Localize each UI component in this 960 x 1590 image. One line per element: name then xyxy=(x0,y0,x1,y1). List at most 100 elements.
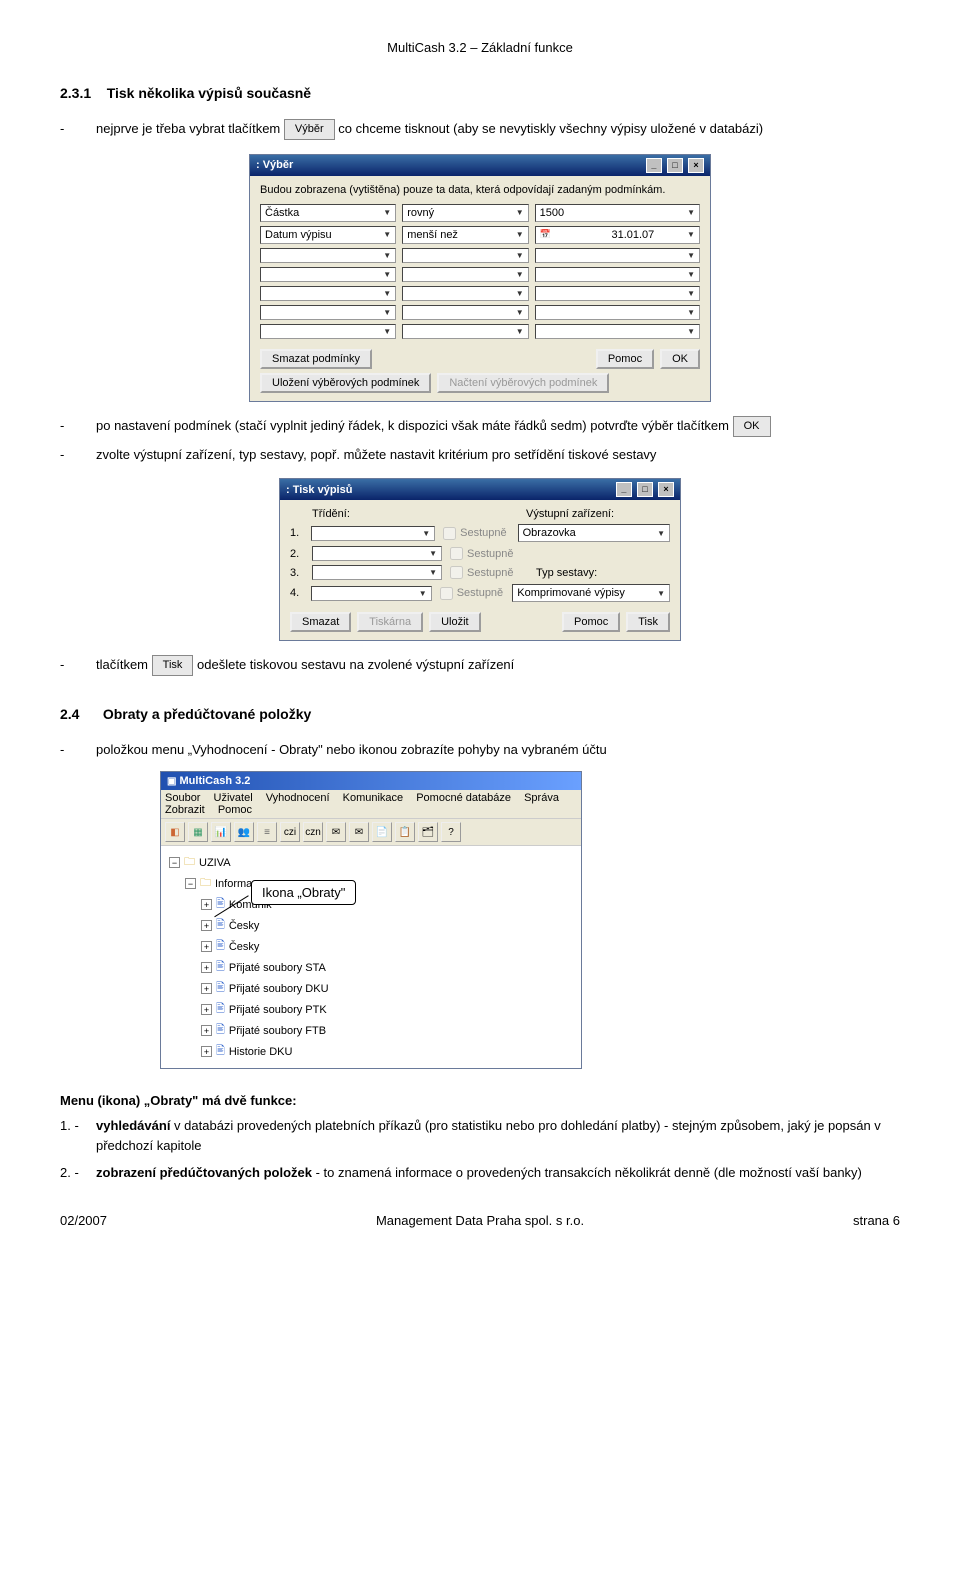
field-select-4[interactable]: ▼ xyxy=(260,267,396,282)
toolbar-icon-8[interactable]: ✉ xyxy=(326,822,346,842)
vyber-info: Budou zobrazena (vytištěna) pouze ta dat… xyxy=(260,184,700,196)
field1-value: Částka xyxy=(265,207,299,219)
sort-select-3[interactable]: ▼ xyxy=(312,565,442,580)
field-select-2[interactable]: Datum výpisu▼ xyxy=(260,226,396,244)
menu-pomocne-databaze[interactable]: Pomocné databáze xyxy=(416,792,511,804)
minimize-icon[interactable]: _ xyxy=(646,158,662,173)
tree-sta-label: Přijaté soubory STA xyxy=(229,962,326,974)
tree-ftb[interactable]: + 🖹 Přijaté soubory FTB xyxy=(169,1020,573,1041)
expand-icon[interactable]: + xyxy=(201,920,212,931)
pomoc-button[interactable]: Pomoc xyxy=(562,612,620,632)
toolbar-icon-5[interactable]: ≡ xyxy=(257,822,277,842)
expand-icon[interactable]: + xyxy=(201,983,212,994)
tree-cesky1[interactable]: + 🖹 Česky xyxy=(169,915,573,936)
collapse-icon[interactable]: − xyxy=(169,857,180,868)
field-select-5[interactable]: ▼ xyxy=(260,286,396,301)
tisk-button[interactable]: Tisk xyxy=(626,612,670,632)
toolbar-icon-obraty[interactable]: 📊 xyxy=(211,822,231,842)
row-num-2: 2. xyxy=(290,548,304,560)
tree-ptk[interactable]: + 🖹 Přijaté soubory PTK xyxy=(169,999,573,1020)
smazat-button[interactable]: Smazat xyxy=(290,612,351,632)
toolbar-icon-11[interactable]: 📋 xyxy=(395,822,415,842)
toolbar-icon-1[interactable]: ◧ xyxy=(165,822,185,842)
field-select-7[interactable]: ▼ xyxy=(260,324,396,339)
close-icon[interactable]: × xyxy=(658,482,674,497)
val-select-2[interactable]: 📅 31.01.07▼ xyxy=(535,226,700,244)
tree-cesky2[interactable]: + 🖹 Česky xyxy=(169,936,573,957)
maximize-icon[interactable]: □ xyxy=(637,482,653,497)
expand-icon[interactable]: + xyxy=(201,962,212,973)
toolbar-icon-6[interactable]: czi xyxy=(280,822,300,842)
val-select-5[interactable]: ▼ xyxy=(535,286,700,301)
smazat-podminky-button[interactable]: Smazat podmínky xyxy=(260,349,372,369)
collapse-icon[interactable]: − xyxy=(185,878,196,889)
val-select-3[interactable]: ▼ xyxy=(535,248,700,263)
desc-checkbox-1[interactable]: Sestupně xyxy=(443,527,509,540)
ok-button[interactable]: OK xyxy=(660,349,700,369)
minimize-icon[interactable]: _ xyxy=(616,482,632,497)
desc-checkbox-4[interactable]: Sestupně xyxy=(440,587,505,600)
sort-select-1[interactable]: ▼ xyxy=(311,526,435,541)
op-select-5[interactable]: ▼ xyxy=(402,286,528,301)
menu-komunikace[interactable]: Komunikace xyxy=(343,792,404,804)
tree-hist[interactable]: + 🖹 Historie DKU xyxy=(169,1041,573,1062)
toolbar-icon-9[interactable]: ✉ xyxy=(349,822,369,842)
item2-bold: zobrazení předúčtovaných položek xyxy=(96,1165,312,1180)
tree-dku[interactable]: + 🖹 Přijaté soubory DKU xyxy=(169,978,573,999)
op-select-7[interactable]: ▼ xyxy=(402,324,528,339)
maximize-icon[interactable]: □ xyxy=(667,158,683,173)
menu-soubor[interactable]: Soubor xyxy=(165,792,200,804)
op-select-2[interactable]: menší než▼ xyxy=(402,226,528,244)
chevron-down-icon: ▼ xyxy=(687,230,695,239)
val-select-6[interactable]: ▼ xyxy=(535,305,700,320)
menu-sprava[interactable]: Správa xyxy=(524,792,559,804)
expand-icon[interactable]: + xyxy=(201,941,212,952)
nacteni-podminek-button[interactable]: Načtení výběrových podmínek xyxy=(437,373,609,393)
field-select-1[interactable]: Částka▼ xyxy=(260,204,396,222)
toolbar-icon-7[interactable]: czn xyxy=(303,822,323,842)
section-24-number: 2.4 xyxy=(60,706,79,722)
row-num-3: 3. xyxy=(290,567,304,579)
menu-zobrazit[interactable]: Zobrazit xyxy=(165,804,205,816)
op-select-1[interactable]: rovný▼ xyxy=(402,204,528,222)
field2-value: Datum výpisu xyxy=(265,229,332,241)
expand-icon[interactable]: + xyxy=(201,1004,212,1015)
close-icon[interactable]: × xyxy=(688,158,704,173)
tree-root[interactable]: − 🗀 UZIVA xyxy=(169,852,573,873)
toolbar-icon-10[interactable]: 📄 xyxy=(372,822,392,842)
bullet-1-text: nejprve je třeba vybrat tlačítkem Výběr … xyxy=(96,119,900,140)
ulozit-button[interactable]: Uložit xyxy=(429,612,481,632)
toolbar-icon-13[interactable]: ? xyxy=(441,822,461,842)
menu-vyhodnoceni[interactable]: Vyhodnocení xyxy=(266,792,330,804)
val-select-4[interactable]: ▼ xyxy=(535,267,700,282)
tiskarna-button[interactable]: Tiskárna xyxy=(357,612,423,632)
output-select[interactable]: Obrazovka▼ xyxy=(518,524,670,542)
chevron-down-icon: ▼ xyxy=(657,589,665,598)
toolbar-icon-4[interactable]: 👥 xyxy=(234,822,254,842)
ulozeni-podminek-button[interactable]: Uložení výběrových podmínek xyxy=(260,373,431,393)
val-select-1[interactable]: 1500▼ xyxy=(535,204,700,222)
tree-sta[interactable]: + 🖹 Přijaté soubory STA xyxy=(169,957,573,978)
tree-komunik[interactable]: + 🖹 Komunik xyxy=(169,894,573,915)
desc-checkbox-2[interactable]: Sestupně xyxy=(450,547,520,560)
field-select-3[interactable]: ▼ xyxy=(260,248,396,263)
desc-checkbox-3[interactable]: Sestupně xyxy=(450,566,520,579)
menu-uzivatel[interactable]: Uživatel xyxy=(214,792,253,804)
expand-icon[interactable]: + xyxy=(201,1046,212,1057)
toolbar-icon-12[interactable]: 🗂 xyxy=(418,822,438,842)
tree-dku-label: Přijaté soubory DKU xyxy=(229,983,329,995)
pomoc-button[interactable]: Pomoc xyxy=(596,349,654,369)
val-select-7[interactable]: ▼ xyxy=(535,324,700,339)
field-select-6[interactable]: ▼ xyxy=(260,305,396,320)
op-select-4[interactable]: ▼ xyxy=(402,267,528,282)
sort-select-2[interactable]: ▼ xyxy=(312,546,442,561)
menu-pomoc[interactable]: Pomoc xyxy=(218,804,252,816)
toolbar-icon-2[interactable]: ▦ xyxy=(188,822,208,842)
tree-informace[interactable]: − 🗀 Informace xyxy=(169,873,573,894)
expand-icon[interactable]: + xyxy=(201,899,212,910)
sort-select-4[interactable]: ▼ xyxy=(311,586,432,601)
expand-icon[interactable]: + xyxy=(201,1025,212,1036)
op-select-3[interactable]: ▼ xyxy=(402,248,528,263)
typ-sestavy-select[interactable]: Komprimované výpisy▼ xyxy=(512,584,670,602)
op-select-6[interactable]: ▼ xyxy=(402,305,528,320)
